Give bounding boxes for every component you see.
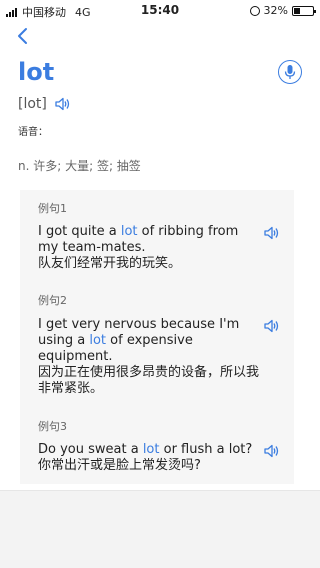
example-translation: 你常出汗或是脸上常发烫吗?	[38, 458, 201, 473]
battery-percent: 32%	[263, 4, 288, 17]
definition-text: n. 许多; 大量; 签; 抽签	[18, 159, 141, 173]
microphone-icon	[284, 65, 296, 79]
example-highlight: lot	[89, 333, 107, 348]
pronunciation-label: 语音：	[18, 127, 48, 138]
speaker-icon	[264, 444, 279, 458]
example-play-button[interactable]	[264, 443, 280, 458]
battery-icon	[292, 5, 316, 16]
example-label: 例句3	[38, 420, 67, 433]
phonetic-row: [lot]	[18, 96, 71, 112]
speaker-icon	[55, 97, 70, 111]
example-highlight: lot	[142, 442, 160, 457]
pronounce-button[interactable]	[55, 97, 71, 111]
orientation-lock-icon	[249, 5, 260, 16]
speaker-icon	[264, 319, 279, 333]
example-sentence: Do you sweat a lot or flush a lot? 你常出汗或是…	[38, 442, 253, 473]
speaker-icon	[264, 226, 279, 240]
voice-search-button[interactable]	[278, 60, 302, 84]
chevron-left-icon	[18, 28, 27, 44]
bottom-area	[0, 490, 320, 568]
example-translation: 队友们经常开我的玩笑。	[38, 256, 182, 271]
example-translation: 因为正在使用很多昂贵的设备，所以我非常紧张。	[38, 365, 260, 396]
example-play-button[interactable]	[264, 318, 280, 333]
example-sentence: I got quite a lot of ribbing from my tea…	[38, 224, 239, 271]
status-bar-right: 32%	[249, 4, 316, 17]
example-sentence: I get very nervous because I'm using a l…	[38, 317, 260, 396]
example-highlight: lot	[120, 224, 138, 239]
example-label: 例句1	[38, 202, 67, 215]
example-play-button[interactable]	[264, 225, 280, 240]
word-title: lot	[18, 58, 55, 86]
examples-panel: 例句1 I got quite a lot of ribbing from my…	[20, 190, 294, 484]
back-button[interactable]	[14, 26, 32, 46]
status-bar: 中国移动 4G 15:40 32%	[0, 0, 320, 20]
example-label: 例句2	[38, 294, 67, 307]
phonetic-text: [lot]	[18, 96, 47, 112]
